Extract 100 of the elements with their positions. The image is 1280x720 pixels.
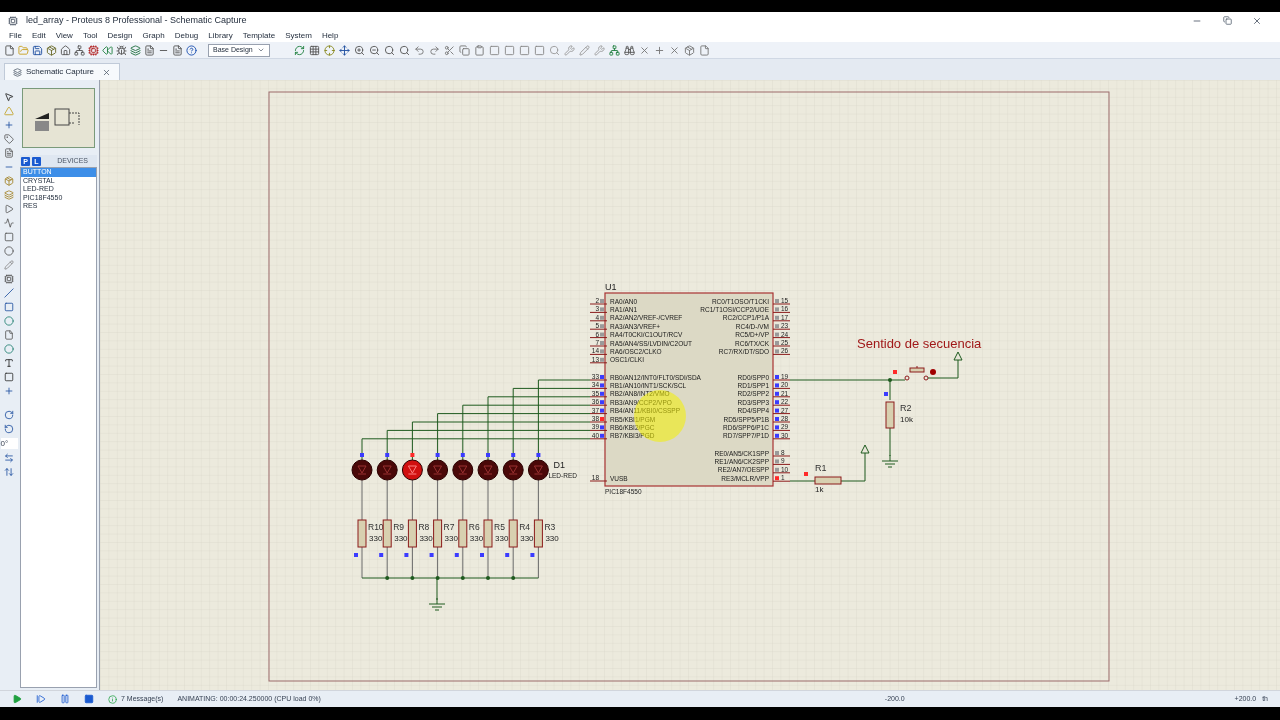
- pointer-icon[interactable]: [4, 92, 14, 102]
- arc-tool-icon[interactable]: [4, 330, 14, 340]
- generator-icon[interactable]: [4, 246, 14, 256]
- block-copy-icon[interactable]: [489, 44, 500, 56]
- binoculars-icon[interactable]: [624, 44, 635, 56]
- cut-icon[interactable]: [444, 44, 455, 56]
- menu-item[interactable]: Edit: [26, 29, 51, 42]
- junction-dot: [511, 576, 516, 580]
- menu-item[interactable]: File: [4, 29, 27, 42]
- mirror-vertical-icon[interactable]: [4, 467, 14, 477]
- new-sheet-icon[interactable]: [654, 44, 665, 56]
- pick-icon[interactable]: [549, 44, 560, 56]
- symbol-tool-icon[interactable]: [4, 372, 14, 382]
- paste-icon[interactable]: [474, 44, 485, 56]
- block-delete-icon[interactable]: [534, 44, 545, 56]
- terminal-icon[interactable]: [4, 190, 14, 200]
- logic-state-marker: [480, 553, 484, 557]
- tab[interactable]: Schematic Capture: [4, 63, 121, 80]
- menu-item[interactable]: Tool: [77, 29, 103, 42]
- step-button[interactable]: [36, 694, 46, 704]
- wire-autorouter-icon[interactable]: [609, 44, 620, 56]
- report-icon[interactable]: [172, 44, 183, 56]
- block-move-icon[interactable]: [504, 44, 515, 56]
- component-icon[interactable]: [4, 106, 14, 116]
- resistor-reference: R3: [544, 522, 556, 532]
- logic-state-marker: [429, 553, 434, 557]
- menu-item[interactable]: Library: [203, 29, 238, 42]
- wire-label-icon[interactable]: [4, 134, 14, 144]
- box-tool-icon[interactable]: [4, 302, 14, 312]
- wrench-icon[interactable]: [564, 44, 575, 56]
- port-icon[interactable]: [4, 204, 14, 214]
- origin-icon[interactable]: [324, 44, 335, 56]
- rotation-field[interactable]: 0°: [0, 438, 18, 449]
- probe-icon[interactable]: [4, 260, 14, 270]
- graph-icon[interactable]: [4, 218, 14, 228]
- network-icon[interactable]: [74, 44, 85, 56]
- play-button[interactable]: [12, 694, 22, 704]
- menu-item[interactable]: Design: [102, 29, 138, 42]
- stop-button[interactable]: [84, 694, 94, 704]
- child-sheet-icon[interactable]: [684, 44, 695, 56]
- zoom-out-icon[interactable]: [369, 44, 380, 56]
- resistor-value: 1k: [815, 485, 824, 494]
- pin-line: [772, 480, 791, 482]
- instrument-icon[interactable]: [4, 274, 14, 284]
- make-device-icon[interactable]: [579, 44, 590, 56]
- zoom-in-icon[interactable]: [354, 44, 365, 56]
- schematic-canvas[interactable]: [100, 80, 1280, 690]
- rewind-icon[interactable]: [102, 44, 113, 56]
- close-tab-icon[interactable]: [102, 67, 112, 77]
- netlist-icon[interactable]: [699, 44, 710, 56]
- home-icon[interactable]: [60, 44, 71, 56]
- grid-icon[interactable]: [309, 44, 320, 56]
- menu-item[interactable]: View: [50, 29, 78, 42]
- resistor-symbol: [407, 519, 417, 548]
- refresh-icon[interactable]: [294, 44, 305, 56]
- path-tool-icon[interactable]: [4, 344, 14, 354]
- save-icon[interactable]: [32, 44, 43, 56]
- menu-item[interactable]: Graph: [137, 29, 170, 42]
- marker-tool-icon[interactable]: [4, 386, 14, 396]
- remove-sheet-icon[interactable]: [669, 44, 680, 56]
- undo-icon[interactable]: [414, 44, 425, 56]
- document-icon[interactable]: [144, 44, 155, 56]
- resistor-reference: R10: [368, 522, 384, 532]
- junction-icon[interactable]: [4, 120, 14, 130]
- layers-icon[interactable]: [130, 44, 141, 56]
- redo-icon[interactable]: [429, 44, 440, 56]
- pan-icon[interactable]: [339, 44, 350, 56]
- bug-icon[interactable]: [116, 44, 127, 56]
- copy-icon[interactable]: [459, 44, 470, 56]
- rotate-anticlockwise-icon[interactable]: [4, 424, 14, 434]
- pause-button[interactable]: [60, 694, 70, 704]
- tool-icon[interactable]: [594, 44, 605, 56]
- circle-tool-icon[interactable]: [4, 316, 14, 326]
- menu-item[interactable]: Help: [316, 29, 344, 42]
- rotate-clockwise-icon[interactable]: [4, 410, 14, 420]
- menu-item[interactable]: Debug: [169, 29, 204, 42]
- line-tool-icon[interactable]: [4, 288, 14, 298]
- package-icon[interactable]: [46, 44, 57, 56]
- new-file-icon[interactable]: [4, 44, 15, 56]
- help-icon[interactable]: [186, 44, 197, 56]
- subcircuit-icon[interactable]: [4, 176, 14, 186]
- mirror-horizontal-icon[interactable]: [4, 453, 14, 463]
- led-symbol: [427, 459, 449, 481]
- text-script-icon[interactable]: [4, 148, 14, 158]
- close-icon: [1252, 15, 1262, 26]
- resistor-reference: R6: [468, 522, 480, 532]
- block-rotate-icon[interactable]: [519, 44, 530, 56]
- zoom-all-icon[interactable]: [384, 44, 395, 56]
- menu-item[interactable]: System: [280, 29, 317, 42]
- resistor-value: 330: [469, 534, 484, 543]
- text-tool-icon[interactable]: [4, 358, 14, 368]
- chip-icon[interactable]: [88, 44, 99, 56]
- zoom-area-icon[interactable]: [399, 44, 410, 56]
- menu-item[interactable]: Template: [237, 29, 281, 42]
- sheet-preview[interactable]: [22, 88, 95, 148]
- property-tool-icon[interactable]: [639, 44, 650, 56]
- led-symbol: [527, 459, 549, 481]
- tape-icon[interactable]: [4, 232, 14, 242]
- resistor-value: 330: [545, 534, 559, 543]
- junction-dot: [460, 576, 465, 580]
